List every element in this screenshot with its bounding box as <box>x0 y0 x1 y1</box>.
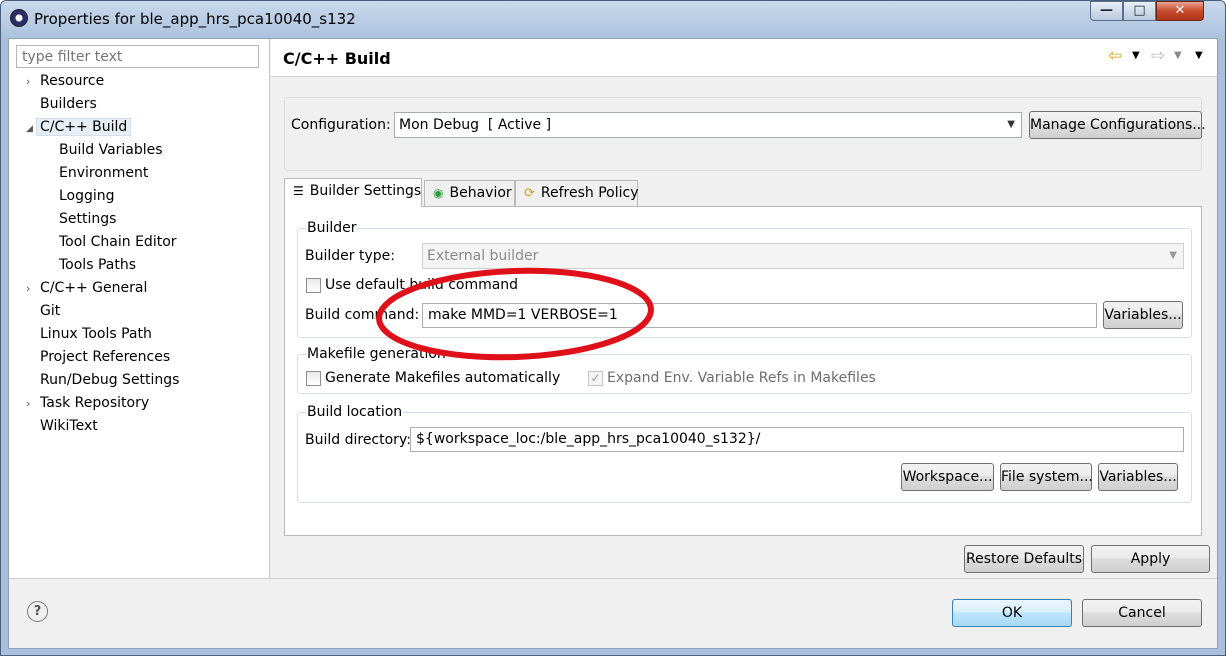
minimize-icon: — <box>1100 3 1113 18</box>
tree-item-build-variables[interactable]: Build Variables <box>59 142 163 158</box>
tree-item-label: Environment <box>59 165 149 181</box>
tree-item-cc-build[interactable]: ◢ C/C++ Build <box>26 118 132 136</box>
builder-group-label: Builder <box>306 220 358 236</box>
separator <box>9 578 1217 579</box>
close-icon: ✕ <box>1174 3 1186 18</box>
build-directory-input[interactable]: ${workspace_loc:/ble_app_hrs_pca10040_s1… <box>410 427 1184 452</box>
help-glyph: ? <box>33 604 42 619</box>
tree-item-task-repository[interactable]: › Task Repository <box>26 395 149 411</box>
page-header <box>271 39 1217 77</box>
ok-button[interactable]: OK <box>952 599 1072 627</box>
view-menu-icon[interactable]: ▼ <box>1195 50 1203 61</box>
tab-behavior[interactable]: ◉ Behavior <box>424 180 515 206</box>
page-title: C/C++ Build <box>283 49 391 68</box>
tree-item-settings[interactable]: Settings <box>59 211 116 227</box>
builder-variables-button[interactable]: Variables... <box>1103 301 1183 329</box>
tree-item-label: Tools Paths <box>59 257 136 273</box>
tree-item-label: Tool Chain Editor <box>59 234 177 250</box>
help-icon[interactable]: ? <box>27 601 48 622</box>
tab-builder-settings[interactable]: ☰ Builder Settings <box>284 178 422 207</box>
tab-label: Refresh Policy <box>540 185 639 201</box>
close-button[interactable]: ✕ <box>1156 1 1204 21</box>
tree-item-label: C/C++ General <box>40 280 148 296</box>
build-directory-label: Build directory: <box>305 432 411 448</box>
tree-item-label: Resource <box>40 73 105 89</box>
restore-defaults-button[interactable]: Restore Defaults <box>964 545 1084 573</box>
maximize-button[interactable]: □ <box>1123 1 1156 21</box>
use-default-build-command-checkbox[interactable] <box>306 278 321 293</box>
tree-item-label: Builders <box>40 96 97 112</box>
tree-item-label: Settings <box>59 211 117 227</box>
configuration-label: Configuration: <box>291 117 391 133</box>
eclipse-app-icon <box>10 9 28 27</box>
collapse-arrow-icon[interactable]: ◢ <box>26 124 36 134</box>
tree-item-tools-paths[interactable]: Tools Paths <box>59 257 136 273</box>
annotation-ellipse <box>376 267 654 361</box>
tree-item-label: Git <box>40 303 61 319</box>
tree-item-git[interactable]: Git <box>40 303 60 319</box>
expand-arrow-icon[interactable]: › <box>26 282 40 295</box>
list-icon: ☰ <box>293 184 304 198</box>
tree-item-label: C/C++ Build <box>36 118 132 136</box>
expand-arrow-icon[interactable]: › <box>26 75 40 88</box>
tree-item-project-references[interactable]: Project References <box>40 349 170 365</box>
tree-item-label: Linux Tools Path <box>40 326 152 342</box>
tree-item-wikitext[interactable]: WikiText <box>40 418 98 434</box>
tree-item-label: Logging <box>59 188 115 204</box>
tree-item-builders[interactable]: Builders <box>40 96 97 112</box>
configuration-select[interactable]: Mon Debug [ Active ] ▼ <box>394 112 1022 138</box>
refresh-icon: ⟳ <box>524 186 535 201</box>
radio-icon: ◉ <box>433 186 444 200</box>
chevron-down-icon: ▼ <box>1169 250 1177 261</box>
tree-item-cc-general[interactable]: › C/C++ General <box>26 280 147 296</box>
window-title: Properties for ble_app_hrs_pca10040_s132 <box>34 10 356 28</box>
build-location-label: Build location <box>306 404 404 420</box>
back-arrow-icon[interactable]: ⇦ <box>1108 46 1122 66</box>
tree-item-tool-chain-editor[interactable]: Tool Chain Editor <box>59 234 177 250</box>
apply-button[interactable]: Apply <box>1091 545 1210 573</box>
tab-refresh-policy[interactable]: ⟳ Refresh Policy <box>515 180 639 206</box>
tree-item-environment[interactable]: Environment <box>59 165 148 181</box>
minimize-button[interactable]: — <box>1090 1 1123 21</box>
tree-item-resource[interactable]: › Resource <box>26 73 104 89</box>
tree-item-logging[interactable]: Logging <box>59 188 115 204</box>
tree-item-label: Project References <box>40 349 171 365</box>
tab-label: Builder Settings <box>309 183 422 199</box>
location-variables-button[interactable]: Variables... <box>1098 463 1178 491</box>
tree-item-label: WikiText <box>40 418 98 434</box>
tree-item-linux-tools-path[interactable]: Linux Tools Path <box>40 326 152 342</box>
configuration-value: Mon Debug [ Active ] <box>399 117 552 133</box>
expand-arrow-icon[interactable]: › <box>26 397 40 410</box>
workspace-button[interactable]: Workspace... <box>901 463 994 491</box>
filter-input[interactable] <box>16 45 259 68</box>
cancel-button[interactable]: Cancel <box>1082 599 1202 627</box>
expand-env-refs-label: Expand Env. Variable Refs in Makefiles <box>607 370 876 386</box>
tree-item-label: Build Variables <box>59 142 163 158</box>
forward-arrow-icon[interactable]: ⇨ <box>1151 46 1165 66</box>
back-dropdown-icon[interactable]: ▼ <box>1132 50 1140 61</box>
chevron-down-icon: ▼ <box>1007 119 1015 130</box>
tree-item-label: Run/Debug Settings <box>40 372 180 388</box>
generate-makefiles-checkbox[interactable] <box>306 371 321 386</box>
tree-item-label: Task Repository <box>40 395 150 411</box>
file-system-button[interactable]: File system... <box>1000 463 1093 491</box>
tree-item-run-debug-settings[interactable]: Run/Debug Settings <box>40 372 179 388</box>
generate-makefiles-label: Generate Makefiles automatically <box>325 370 561 386</box>
forward-dropdown-icon[interactable]: ▼ <box>1174 50 1182 61</box>
tab-label: Behavior <box>449 185 512 201</box>
build-directory-value: ${workspace_loc:/ble_app_hrs_pca10040_s1… <box>416 431 761 447</box>
expand-env-refs-checkbox[interactable]: ✓ <box>588 371 603 386</box>
maximize-icon: □ <box>1133 3 1146 18</box>
manage-configurations-button[interactable]: Manage Configurations... <box>1029 111 1206 139</box>
